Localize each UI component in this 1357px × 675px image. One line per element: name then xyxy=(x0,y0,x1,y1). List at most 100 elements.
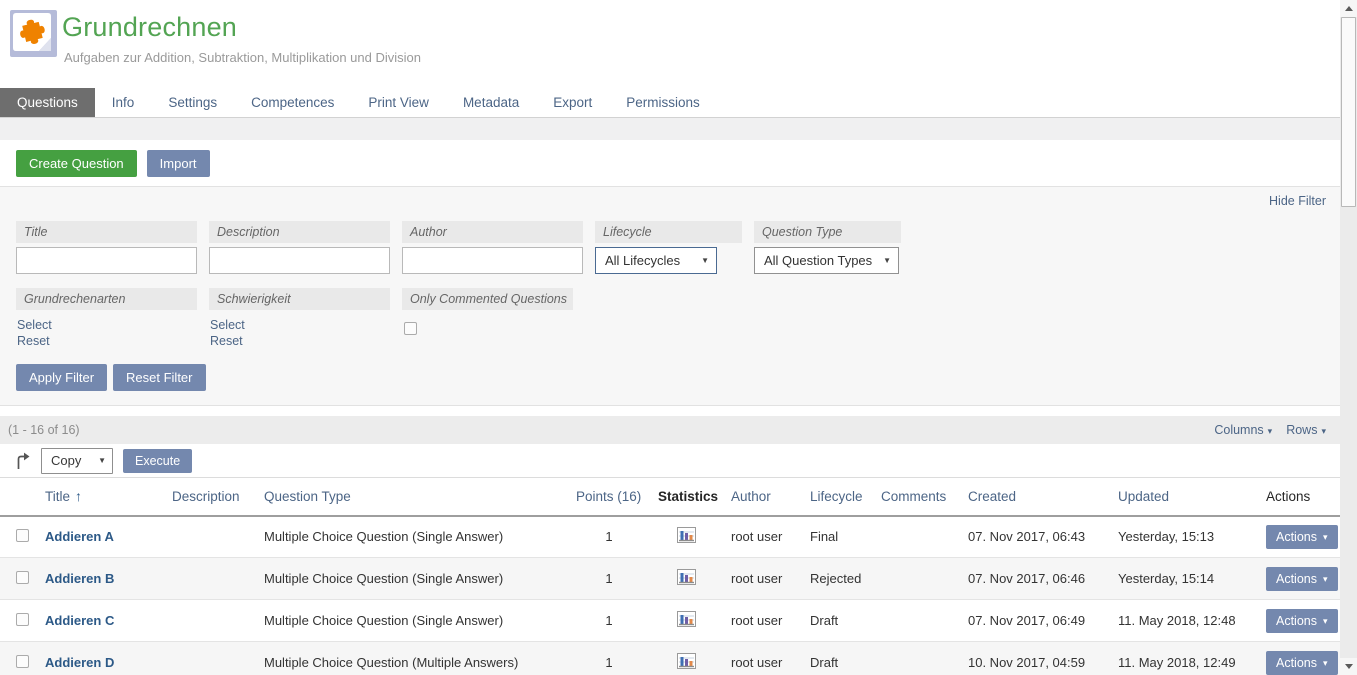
filter-actions: Apply Filter Reset Filter xyxy=(0,364,1340,391)
execute-button[interactable]: Execute xyxy=(123,449,192,473)
chevron-down-icon: ▼ xyxy=(701,256,709,265)
question-title-link[interactable]: Addieren A xyxy=(45,529,114,544)
tab-export[interactable]: Export xyxy=(536,88,609,117)
schwierigkeit-select-link[interactable]: Select xyxy=(210,318,390,332)
lifecycle-select[interactable]: All Lifecycles ▼ xyxy=(595,247,717,274)
grundrechenarten-select-link[interactable]: Select xyxy=(17,318,197,332)
question-title-link[interactable]: Addieren C xyxy=(45,613,114,628)
cell-author: root user xyxy=(723,642,802,675)
tab-metadata[interactable]: Metadata xyxy=(446,88,536,117)
object-header: Grundrechnen Aufgaben zur Addition, Subt… xyxy=(0,0,1340,88)
statistics-icon[interactable] xyxy=(677,653,696,669)
author-filter-input[interactable] xyxy=(402,247,583,274)
schwierigkeit-reset-link[interactable]: Reset xyxy=(210,334,390,348)
vertical-scrollbar[interactable] xyxy=(1340,0,1357,675)
cell-created: 07. Nov 2017, 06:43 xyxy=(960,516,1110,558)
cell-description xyxy=(164,600,256,642)
rows-dropdown[interactable]: Rows ▾ xyxy=(1286,423,1326,437)
statistics-icon[interactable] xyxy=(677,569,696,585)
filter-label-title: Title xyxy=(16,221,197,243)
filter-label-description: Description xyxy=(209,221,390,243)
cell-author: root user xyxy=(723,558,802,600)
only-commented-checkbox[interactable] xyxy=(404,322,417,335)
subtab-band xyxy=(0,118,1340,140)
import-button[interactable]: Import xyxy=(147,150,210,177)
cell-points: 1 xyxy=(568,516,650,558)
bulk-action-value: Copy xyxy=(51,453,81,468)
row-actions-label: Actions xyxy=(1276,572,1317,586)
question-title-link[interactable]: Addieren D xyxy=(45,655,114,670)
cell-author: root user xyxy=(723,600,802,642)
caret-down-icon: ▾ xyxy=(1321,427,1326,436)
row-checkbox[interactable] xyxy=(16,529,29,542)
row-checkbox[interactable] xyxy=(16,613,29,626)
header-question-type[interactable]: Question Type xyxy=(256,478,568,516)
create-question-button[interactable]: Create Question xyxy=(16,150,137,177)
header-title-link[interactable]: Title xyxy=(45,489,70,504)
caret-down-icon: ▾ xyxy=(1323,533,1328,542)
grundrechenarten-reset-link[interactable]: Reset xyxy=(17,334,197,348)
filter-field-lifecycle: Lifecycle All Lifecycles ▼ xyxy=(595,221,742,274)
cell-created: 07. Nov 2017, 06:49 xyxy=(960,600,1110,642)
row-actions-button[interactable]: Actions▾ xyxy=(1266,609,1338,633)
filter-field-description: Description xyxy=(209,221,390,274)
columns-dropdown-label: Columns xyxy=(1214,423,1263,437)
cell-lifecycle: Final xyxy=(802,516,873,558)
header-updated[interactable]: Updated xyxy=(1110,478,1258,516)
cell-comments xyxy=(873,516,960,558)
row-checkbox[interactable] xyxy=(16,571,29,584)
scrollbar-down-arrow-icon[interactable] xyxy=(1340,658,1357,675)
title-filter-input[interactable] xyxy=(16,247,197,274)
filter-label-schwierigkeit: Schwierigkeit xyxy=(209,288,390,310)
statistics-icon[interactable] xyxy=(677,611,696,627)
tab-competences[interactable]: Competences xyxy=(234,88,351,117)
header-points[interactable]: Points (16) xyxy=(568,478,650,516)
header-title[interactable]: Title ↑ xyxy=(37,478,164,516)
bulk-action-select[interactable]: Copy ▼ xyxy=(41,448,113,474)
filter-label-lifecycle: Lifecycle xyxy=(595,221,742,243)
tab-questions[interactable]: Questions xyxy=(0,88,95,117)
reset-filter-button[interactable]: Reset Filter xyxy=(113,364,205,391)
cell-comments xyxy=(873,558,960,600)
header-description[interactable]: Description xyxy=(164,478,256,516)
header-created[interactable]: Created xyxy=(960,478,1110,516)
statistics-icon[interactable] xyxy=(677,527,696,543)
cell-points: 1 xyxy=(568,558,650,600)
tab-settings[interactable]: Settings xyxy=(151,88,234,117)
page-subtitle: Aufgaben zur Addition, Subtraktion, Mult… xyxy=(64,50,421,65)
tab-print-view[interactable]: Print View xyxy=(351,88,446,117)
header-checkbox-col xyxy=(0,478,37,516)
header-actions: Actions xyxy=(1258,478,1340,516)
tab-permissions[interactable]: Permissions xyxy=(609,88,717,117)
question-pool-page: Grundrechnen Aufgaben zur Addition, Subt… xyxy=(0,0,1357,675)
rows-dropdown-label: Rows xyxy=(1286,423,1317,437)
row-actions-button[interactable]: Actions ▾ xyxy=(1266,525,1338,549)
columns-dropdown[interactable]: Columns ▾ xyxy=(1214,423,1272,437)
filter-field-title: Title xyxy=(16,221,197,274)
header-comments[interactable]: Comments xyxy=(873,478,960,516)
sort-asc-icon: ↑ xyxy=(75,488,82,504)
question-type-select[interactable]: All Question Types ▼ xyxy=(754,247,899,274)
header-lifecycle[interactable]: Lifecycle xyxy=(802,478,873,516)
apply-filter-button[interactable]: Apply Filter xyxy=(16,364,107,391)
question-title-link[interactable]: Addieren B xyxy=(45,571,114,586)
tab-bar: Questions Info Settings Competences Prin… xyxy=(0,88,1340,118)
description-filter-input[interactable] xyxy=(209,247,390,274)
scrollbar-thumb[interactable] xyxy=(1341,17,1356,207)
row-actions-button[interactable]: Actions▾ xyxy=(1266,567,1338,591)
cell-question-type: Multiple Choice Question (Multiple Answe… xyxy=(256,642,568,675)
hide-filter-link[interactable]: Hide Filter xyxy=(1269,194,1326,208)
row-actions-button[interactable]: Actions▾ xyxy=(1266,651,1338,675)
row-actions-label: Actions xyxy=(1276,530,1317,544)
cell-comments xyxy=(873,642,960,675)
scrollbar-up-arrow-icon[interactable] xyxy=(1340,0,1357,17)
filter-field-schwierigkeit: Schwierigkeit Select Reset xyxy=(209,288,390,348)
header-author[interactable]: Author xyxy=(723,478,802,516)
filter-label-only-commented: Only Commented Questions xyxy=(402,288,573,310)
filter-field-question-type: Question Type All Question Types ▼ xyxy=(754,221,901,274)
tab-info[interactable]: Info xyxy=(95,88,152,117)
row-checkbox[interactable] xyxy=(16,655,29,668)
filter-label-grundrechenarten: Grundrechenarten xyxy=(16,288,197,310)
cell-lifecycle: Rejected xyxy=(802,558,873,600)
cell-lifecycle: Draft xyxy=(802,600,873,642)
